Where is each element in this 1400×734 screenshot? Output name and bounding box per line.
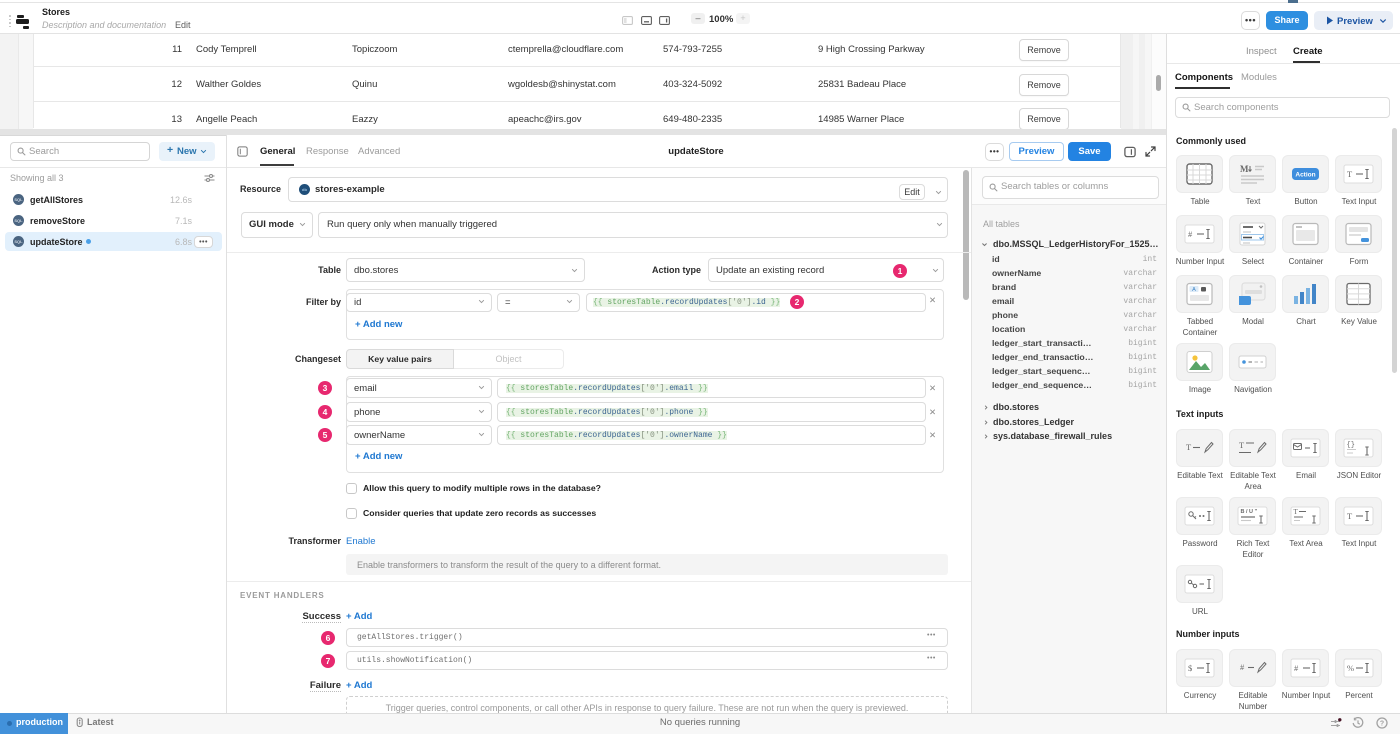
svg-text:B / U ”: B / U ”	[1241, 509, 1258, 515]
svg-text:Action: Action	[1295, 172, 1315, 179]
svg-text:T: T	[1347, 169, 1353, 179]
svg-text:M: M	[1240, 164, 1249, 174]
svg-text:A: A	[1192, 287, 1196, 293]
svg-text:T: T	[1186, 442, 1192, 452]
svg-text:T: T	[1239, 440, 1245, 450]
svg-text:?: ?	[1380, 721, 1384, 728]
svg-text:T: T	[1347, 511, 1353, 521]
svg-text:%: %	[1347, 663, 1354, 673]
svg-text:{}: {}	[1347, 442, 1355, 450]
svg-text:#: #	[1240, 662, 1245, 672]
svg-text:$: $	[1188, 663, 1192, 673]
svg-text:T: T	[1294, 508, 1299, 516]
